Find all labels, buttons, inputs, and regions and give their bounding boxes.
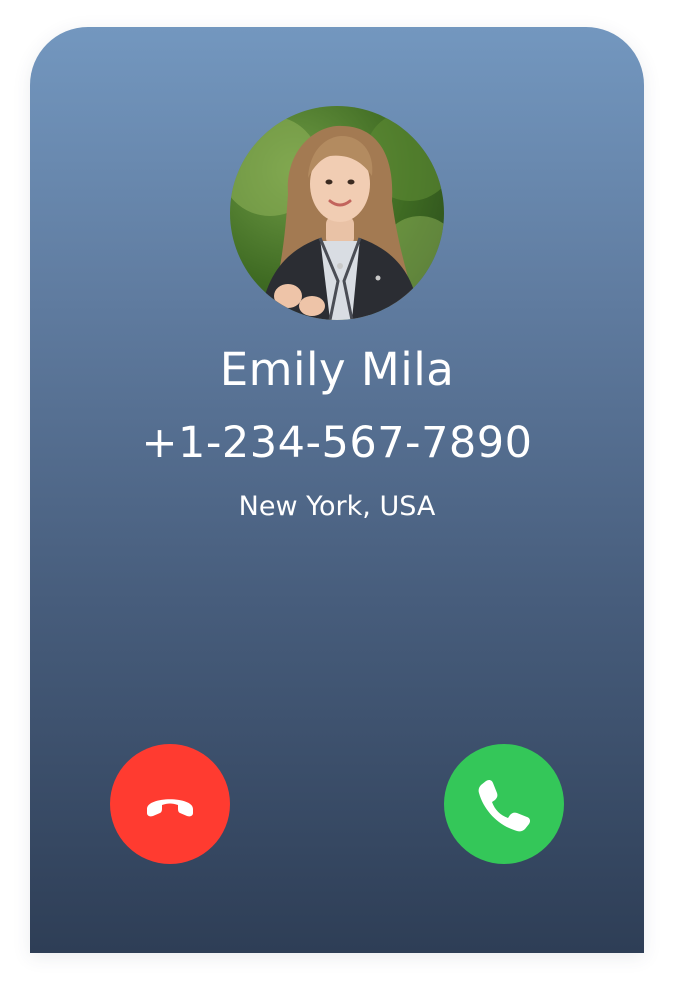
caller-location: New York, USA [238, 491, 436, 522]
phone-icon [478, 779, 531, 832]
phone-hangup-icon [147, 799, 193, 817]
caller-phone-number: +1-234-567-7890 [141, 418, 533, 468]
caller-name: Emily Mila [219, 343, 455, 396]
incoming-call-screen: Emily Mila +1-234-567-7890 New York, USA [30, 27, 644, 953]
accept-call-button[interactable] [444, 744, 564, 864]
caller-avatar [230, 106, 444, 320]
decline-call-button[interactable] [110, 744, 230, 864]
caller-photo [230, 111, 444, 320]
